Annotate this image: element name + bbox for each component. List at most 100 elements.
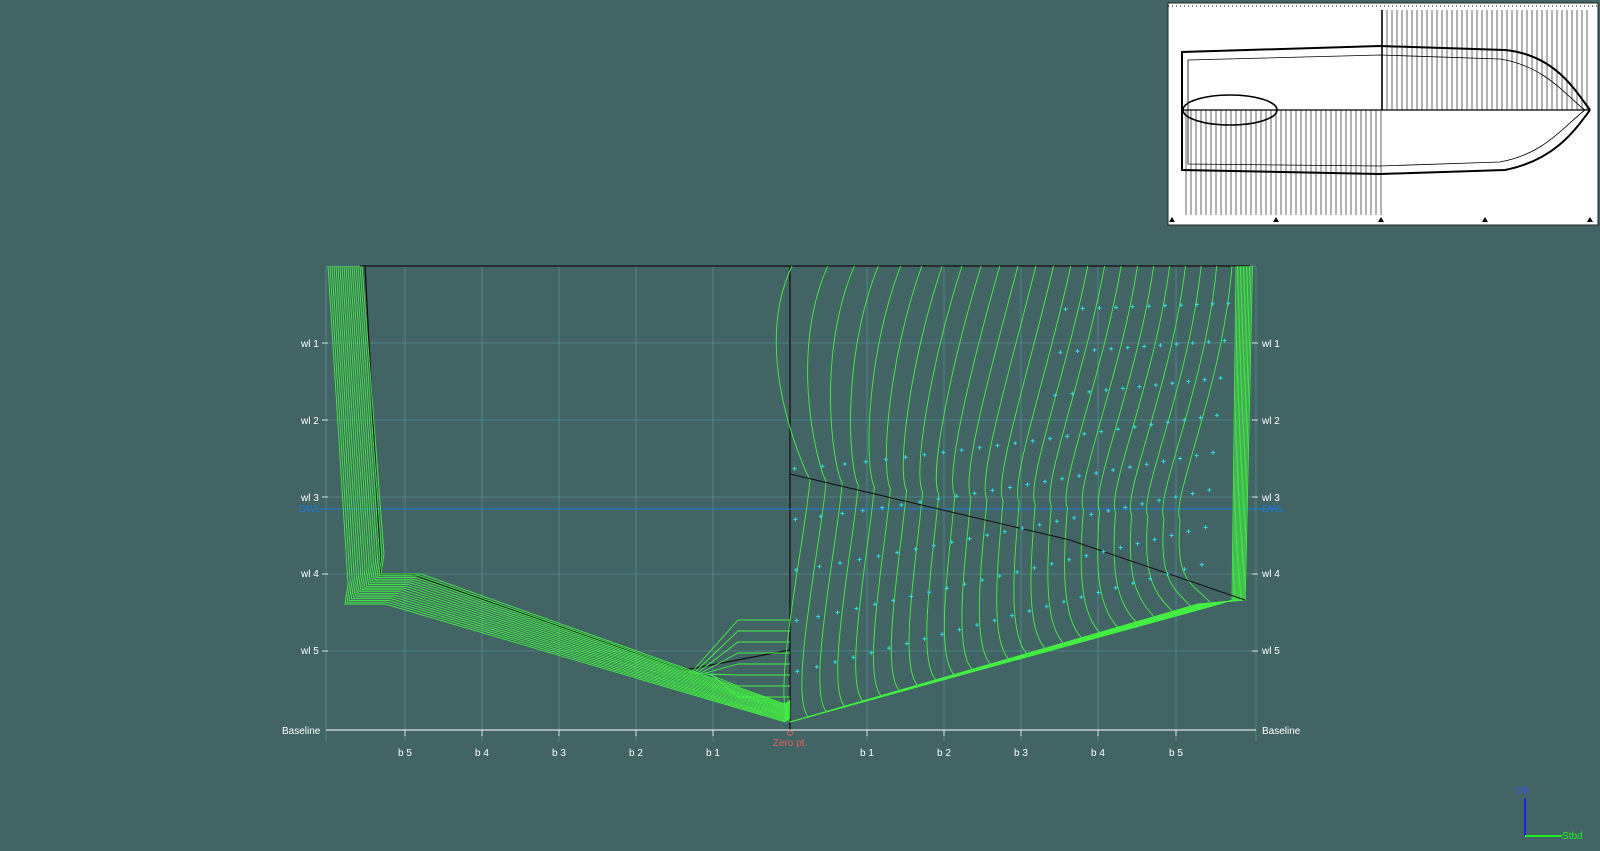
control-point xyxy=(1037,522,1042,527)
control-point xyxy=(922,636,927,641)
buttock-label: b 4 xyxy=(1091,748,1105,759)
control-point xyxy=(895,550,900,555)
control-point xyxy=(1199,562,1204,567)
control-point xyxy=(869,650,874,655)
control-point xyxy=(1144,462,1149,467)
control-point xyxy=(1063,307,1068,312)
control-point xyxy=(1067,557,1072,562)
control-point xyxy=(1202,377,1207,382)
control-point xyxy=(899,502,904,507)
control-point xyxy=(1092,347,1097,352)
station-line-fore xyxy=(789,265,1237,723)
buttock-label: b 2 xyxy=(937,748,951,759)
station-line-aft xyxy=(341,265,791,716)
station-line-aft xyxy=(331,265,791,721)
control-point xyxy=(837,561,842,566)
zero-point-marker: Zero pt. xyxy=(773,730,807,749)
control-point xyxy=(1002,529,1007,534)
control-point xyxy=(997,574,1002,579)
baseline-label-right: Baseline xyxy=(1262,726,1301,737)
station-line-fore xyxy=(908,265,963,686)
control-point xyxy=(1130,304,1135,309)
control-point xyxy=(1137,384,1142,389)
control-point xyxy=(1084,553,1089,558)
station-line-fore xyxy=(801,265,829,718)
control-point xyxy=(1008,485,1013,490)
body-plan-viewport[interactable]: wl 1 wl 2 wl 3 wl 4 wl 5 DWL Baseline wl… xyxy=(0,0,1600,851)
wl-label-right: wl 2 xyxy=(1261,416,1280,427)
control-point xyxy=(1116,427,1120,432)
control-point xyxy=(1048,436,1053,441)
control-point xyxy=(876,554,881,559)
control-point xyxy=(1114,305,1119,310)
wl-label-right: wl 4 xyxy=(1261,569,1280,580)
control-point xyxy=(944,586,949,591)
control-point xyxy=(1113,585,1118,590)
station-line-fore xyxy=(855,265,901,702)
station-line-fore xyxy=(1047,265,1106,645)
control-point xyxy=(1165,420,1170,425)
buttock-label: b 2 xyxy=(629,748,643,759)
control-point xyxy=(793,517,798,522)
control-point xyxy=(959,448,964,453)
control-point xyxy=(1094,470,1099,475)
control-point xyxy=(972,491,977,496)
station-line-fore xyxy=(996,265,1054,660)
control-point xyxy=(1214,413,1219,418)
axis-indicator: Up Stbd xyxy=(1516,785,1583,842)
control-point xyxy=(957,627,962,632)
control-point xyxy=(1101,549,1106,554)
control-point xyxy=(1060,476,1065,481)
control-point xyxy=(1169,533,1174,538)
control-point xyxy=(1080,306,1085,311)
control-point xyxy=(1111,468,1116,473)
station-line-fore xyxy=(873,265,923,697)
control-point xyxy=(1161,459,1166,464)
control-point xyxy=(857,557,862,562)
control-point xyxy=(1118,545,1123,550)
control-point xyxy=(1054,519,1059,524)
plan-view-thumbnail[interactable] xyxy=(1167,2,1599,226)
baseline-label-left: Baseline xyxy=(282,726,321,737)
dwl-label-left: DWL xyxy=(299,504,322,515)
control-point xyxy=(1194,453,1199,458)
control-point xyxy=(1120,386,1125,391)
station-line-fore xyxy=(961,265,1019,671)
control-point xyxy=(1058,350,1063,355)
control-point xyxy=(977,445,982,450)
control-point xyxy=(927,590,932,595)
buttock-label: b 1 xyxy=(706,748,720,759)
control-point xyxy=(1178,456,1183,461)
control-point xyxy=(936,497,941,502)
station-line-fore xyxy=(1013,265,1072,655)
wl-label-right: wl 5 xyxy=(1261,646,1280,657)
control-point xyxy=(794,618,799,623)
control-point xyxy=(842,462,847,467)
transom-line xyxy=(707,673,790,687)
control-point xyxy=(1203,525,1208,530)
station-line-fore xyxy=(943,265,1001,676)
dwl-label-right: DWL xyxy=(1262,504,1285,515)
control-point xyxy=(1049,561,1054,566)
control-point xyxy=(954,494,959,499)
control-point xyxy=(1025,482,1030,487)
frame xyxy=(360,265,1250,730)
control-point xyxy=(817,564,822,569)
station-line-fore xyxy=(1064,265,1122,639)
control-point xyxy=(1226,301,1231,306)
control-point xyxy=(1009,613,1014,618)
control-point xyxy=(840,511,845,516)
wl-label-left: wl 1 xyxy=(300,339,319,350)
control-point xyxy=(1127,465,1132,470)
control-point xyxy=(1211,450,1216,455)
control-point xyxy=(1089,512,1094,517)
station-line-fore xyxy=(1146,265,1202,613)
control-point xyxy=(1190,491,1195,496)
waterline-labels-right: wl 1 wl 2 wl 3 wl 4 wl 5 DWL Baseline xyxy=(1261,339,1301,737)
control-point xyxy=(1075,349,1080,354)
control-point xyxy=(975,622,980,627)
control-point xyxy=(795,669,800,674)
control-point xyxy=(985,533,990,538)
station-line-fore xyxy=(1178,265,1233,603)
control-point xyxy=(883,457,888,462)
